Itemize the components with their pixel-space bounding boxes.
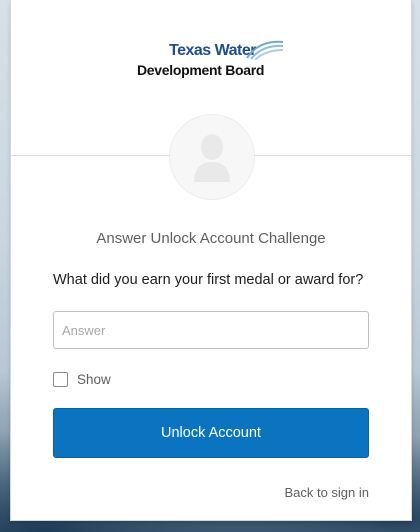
- unlock-account-button[interactable]: Unlock Account: [53, 408, 369, 458]
- security-question-label: What did you earn your first medal or aw…: [53, 272, 364, 288]
- answer-input[interactable]: [53, 311, 369, 349]
- water-waves-icon: [246, 40, 284, 60]
- logo-text-line2: Development Board: [137, 62, 265, 78]
- user-silhouette-icon: [194, 134, 230, 182]
- show-answer-label[interactable]: Show: [77, 372, 111, 387]
- texas-water-development-board-logo: Texas Water Development Board: [137, 38, 287, 82]
- page-title: Answer Unlock Account Challenge: [96, 230, 326, 247]
- avatar: [169, 114, 255, 200]
- back-to-sign-in-link[interactable]: Back to sign in: [284, 485, 369, 500]
- logo-text-line1: Texas Water: [169, 42, 256, 59]
- show-answer-checkbox[interactable]: [53, 372, 68, 387]
- unlock-account-card: Texas Water Development Board Answer Unl…: [10, 0, 412, 521]
